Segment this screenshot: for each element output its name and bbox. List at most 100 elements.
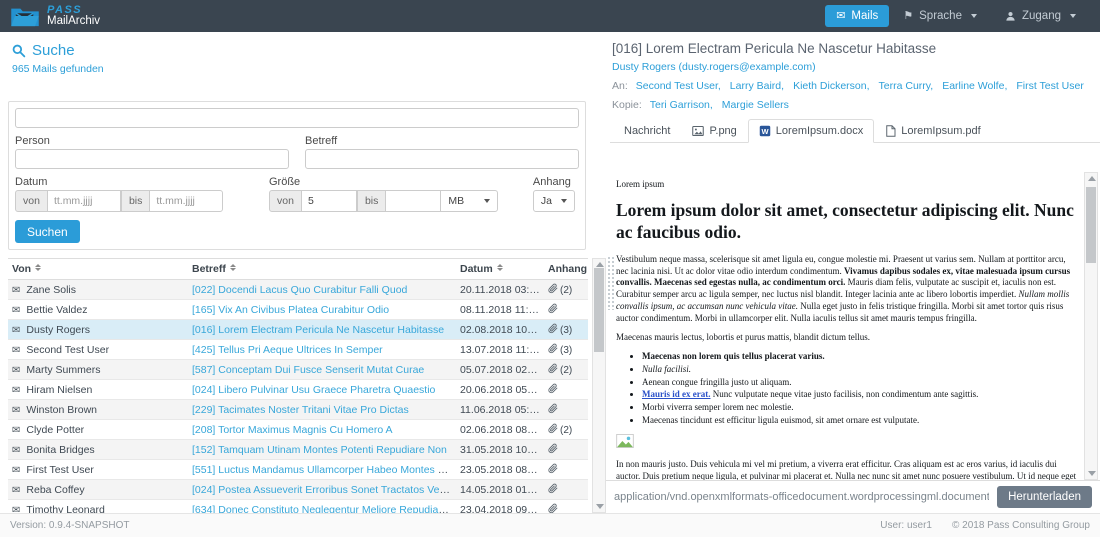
- search-form-panel: Person Betreff Datum von bis: [8, 101, 586, 250]
- sort-icon[interactable]: [229, 263, 236, 271]
- scroll-down-icon[interactable]: [596, 504, 604, 509]
- brand-name: PASS: [47, 4, 83, 16]
- recipient-link[interactable]: Teri Garrison,: [650, 99, 713, 111]
- mail-row[interactable]: ✉ Clyde Potter [208] Tortor Maximus Magnis…: [8, 419, 588, 440]
- tab-loremipsum-docx[interactable]: W LoremIpsum.docx: [747, 119, 875, 143]
- recipient-link[interactable]: Terra Curry,: [879, 80, 934, 92]
- column-header-anhang[interactable]: Anhang: [544, 258, 588, 280]
- search-submit-button[interactable]: Suchen: [15, 220, 80, 243]
- mail-subject-link[interactable]: [152] Tamquam Utinam Montes Potenti Repu…: [192, 444, 447, 456]
- mail-from: First Test User: [26, 463, 94, 476]
- scroll-up-icon[interactable]: [596, 262, 604, 267]
- mail-subject-link[interactable]: [551] Luctus Mandamus Ullamcorper Habeo …: [192, 464, 456, 476]
- mail-subject-link[interactable]: [425] Tellus Pri Aeque Ultrices In Sempe…: [192, 344, 383, 356]
- document-link[interactable]: Mauris id ex erat.: [642, 389, 710, 399]
- fulltext-input[interactable]: [15, 108, 579, 128]
- size-to-addon: bis: [356, 190, 387, 212]
- mail-row[interactable]: ✉ Marty Summers [587] Conceptam Dui Fusce …: [8, 359, 588, 380]
- mail-subject-link[interactable]: [024] Libero Pulvinar Usu Graece Pharetr…: [192, 384, 435, 396]
- mail-from: Second Test User: [26, 343, 110, 356]
- mail-attachment: (3): [544, 319, 588, 340]
- recipient-link[interactable]: Larry Baird,: [730, 80, 784, 92]
- column-header-von[interactable]: Von: [8, 258, 188, 280]
- document-list-item: Maecenas tincidunt est efficitur ligula …: [642, 415, 1077, 427]
- pass-folder-logo-icon: [10, 5, 40, 27]
- cc-recipients: Teri Garrison, Margie Sellers: [650, 99, 798, 111]
- envelope-icon: ✉: [12, 284, 21, 296]
- sort-icon[interactable]: [35, 263, 42, 271]
- mail-subject-link[interactable]: [229] Tacimates Noster Tritani Vitae Pro…: [192, 404, 409, 416]
- tab-loremipsum-pdf[interactable]: LoremIpsum.pdf: [874, 119, 991, 143]
- scroll-down-icon[interactable]: [1088, 471, 1096, 476]
- mail-subject-link[interactable]: [024] Postea Assueverit Erroribus Sonet …: [192, 484, 456, 496]
- document-scrollbar[interactable]: [1084, 172, 1098, 480]
- access-menu[interactable]: Zugang: [991, 5, 1090, 27]
- attachment-select[interactable]: Ja: [532, 190, 575, 212]
- mail-row[interactable]: ✉ Bettie Valdez [165] Vix An Civibus Plate…: [8, 299, 588, 320]
- scrollbar-thumb[interactable]: [594, 268, 604, 352]
- scrollbar-thumb[interactable]: [1086, 187, 1096, 263]
- mail-attachment: [544, 379, 588, 400]
- document-paragraph: Vestibulum neque massa, scelerisque sit …: [616, 254, 1077, 325]
- mail-date: 02.08.2018 10:56: [456, 319, 544, 340]
- date-to-input[interactable]: [149, 190, 224, 212]
- mail-row[interactable]: ✉ Reba Coffey [024] Postea Assueverit Erro…: [8, 479, 588, 500]
- size-unit-value: MB: [448, 195, 465, 207]
- document-list-item: Aenean congue fringilla justo ut aliquam…: [642, 377, 1077, 389]
- mail-subject-link[interactable]: [587] Conceptam Dui Fusce Senserit Mutat…: [192, 364, 424, 376]
- mail-from: Dusty Rogers: [26, 323, 90, 336]
- column-header-datum[interactable]: Datum: [456, 258, 544, 280]
- search-title: Suche: [12, 42, 590, 59]
- tab-p-png[interactable]: P.png: [681, 119, 747, 143]
- person-input[interactable]: [15, 149, 289, 169]
- mail-subject-link[interactable]: [016] Lorem Electram Pericula Ne Nascetu…: [192, 324, 444, 336]
- mail-row[interactable]: ✉ Timothy Leonard [634] Donec Constituto N…: [8, 499, 588, 514]
- mail-row[interactable]: ✉ First Test User [551] Luctus Mandamus Ul…: [8, 459, 588, 480]
- mail-row[interactable]: ✉ Dusty Rogers [016] Lorem Electram Pericu…: [8, 319, 588, 340]
- date-from-input[interactable]: [46, 190, 121, 212]
- download-button[interactable]: Herunterladen: [997, 486, 1092, 508]
- message-from-link[interactable]: Dusty Rogers (dusty.rogers@example.com): [612, 61, 1100, 73]
- sort-icon[interactable]: [496, 263, 503, 271]
- paperclip-icon: [548, 383, 558, 394]
- brand-logo[interactable]: PASS MailArchiv: [10, 5, 100, 27]
- recipient-link[interactable]: Kieth Dickerson,: [793, 80, 869, 92]
- mail-from: Reba Coffey: [26, 483, 85, 496]
- broken-image-placeholder: [616, 434, 1077, 452]
- document-list-item: Morbi viverra semper lorem nec molestie.: [642, 402, 1077, 414]
- language-menu[interactable]: ⚑ Sprache: [889, 5, 991, 27]
- size-to-input[interactable]: [385, 190, 442, 212]
- recipient-link[interactable]: Second Test User,: [636, 80, 721, 92]
- mail-attachment: (2): [544, 359, 588, 380]
- size-unit-select[interactable]: MB: [440, 190, 499, 212]
- mail-row[interactable]: ✉ Second Test User [425] Tellus Pri Aeque …: [8, 339, 588, 360]
- mail-row[interactable]: ✉ Hiram Nielsen [024] Libero Pulvinar Usu …: [8, 379, 588, 400]
- mail-subject-link[interactable]: [634] Donec Constituto Neglegentur Melio…: [192, 504, 456, 514]
- mails-button[interactable]: ✉ Mails: [825, 5, 890, 27]
- document-text: Lorem ipsum dolor sit amet, consectetur …: [616, 199, 1074, 242]
- mail-row[interactable]: ✉ Winston Brown [229] Tacimates Noster Tri…: [8, 399, 588, 420]
- mail-date: 08.11.2018 11:42: [456, 299, 544, 320]
- scroll-up-icon[interactable]: [1088, 176, 1096, 181]
- document-paragraph: Maecenas mauris lectus, lobortis et puru…: [616, 332, 1077, 344]
- column-header-betreff[interactable]: Betreff: [188, 258, 456, 280]
- recipient-link[interactable]: Earline Wolfe,: [942, 80, 1007, 92]
- mail-date: 02.06.2018 08:35: [456, 419, 544, 440]
- recipient-link[interactable]: Margie Sellers: [722, 99, 789, 111]
- subject-input[interactable]: [305, 149, 579, 169]
- mail-row[interactable]: ✉ Zane Solis [022] Docendi Lacus Quo Curab…: [8, 279, 588, 300]
- mail-subject-link[interactable]: [022] Docendi Lacus Quo Curabitur Falli …: [192, 284, 407, 296]
- mail-subject-link[interactable]: [165] Vix An Civibus Platea Curabitur Od…: [192, 304, 389, 316]
- cc-label: Kopie:: [612, 99, 642, 111]
- mail-row[interactable]: ✉ Bonita Bridges [152] Tamquam Utinam Mont…: [8, 439, 588, 460]
- mail-subject-link[interactable]: [208] Tortor Maximus Magnis Cu Homero A: [192, 424, 393, 436]
- mail-list-scrollbar[interactable]: [592, 258, 606, 513]
- size-from-input[interactable]: [300, 190, 357, 212]
- column-label: Anhang: [548, 263, 588, 275]
- mail-attachment: (3): [544, 339, 588, 360]
- tab-nachricht[interactable]: Nachricht: [613, 119, 681, 143]
- paperclip-icon: [548, 343, 558, 354]
- recipient-link[interactable]: First Test User: [1016, 80, 1083, 92]
- to-label: An:: [612, 80, 628, 92]
- tab-label: P.png: [709, 125, 737, 137]
